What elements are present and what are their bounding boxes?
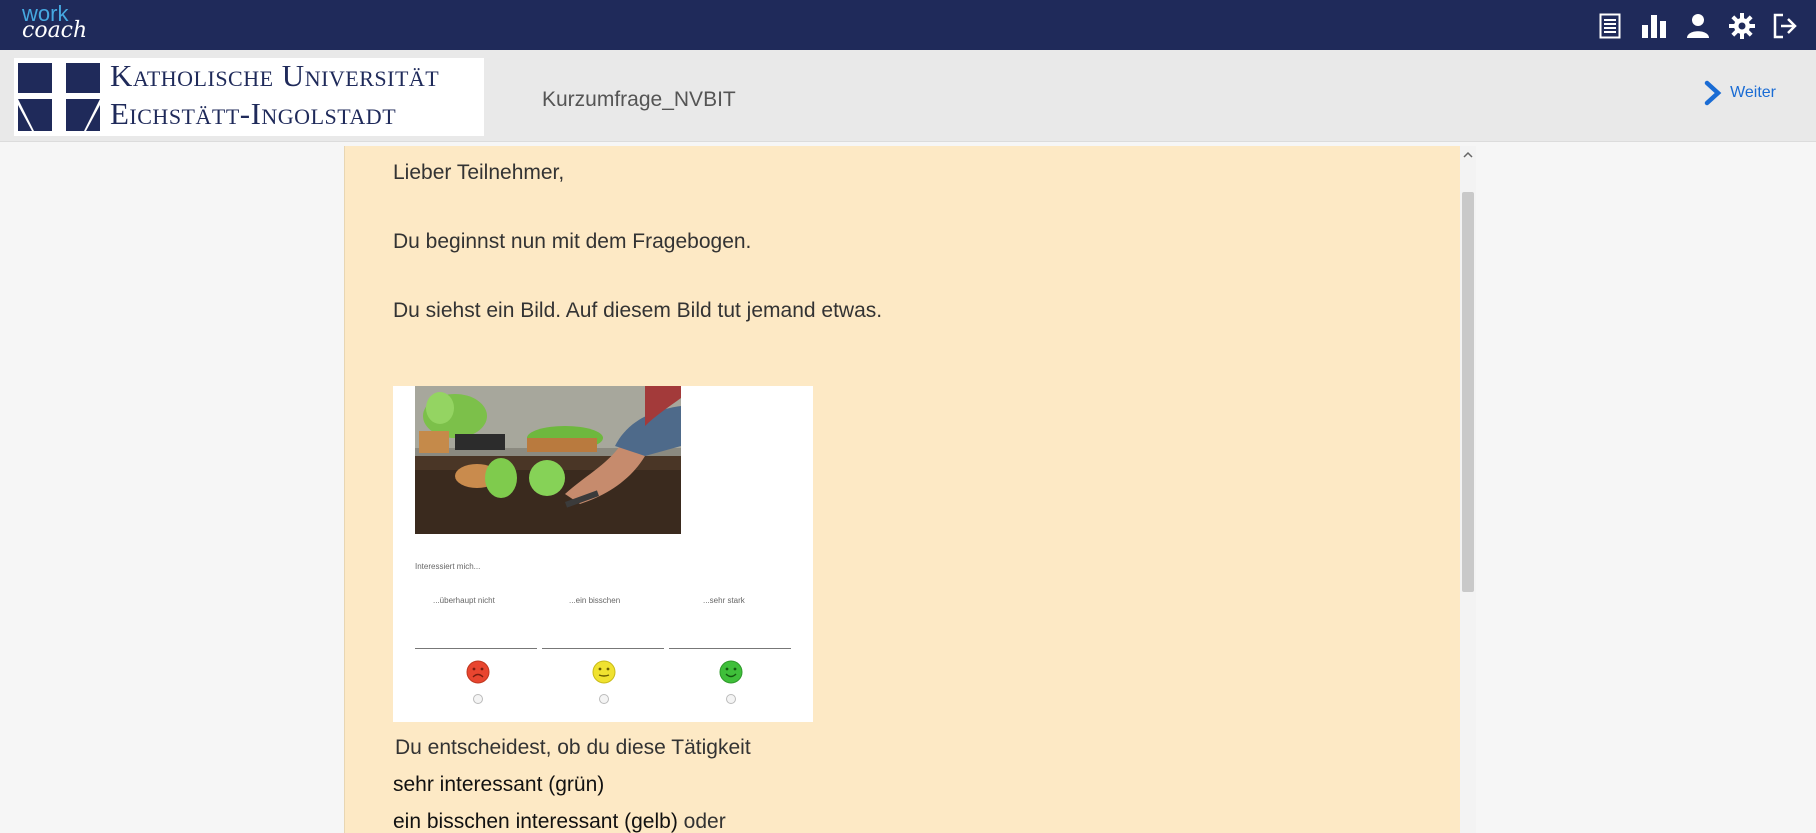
gardening-photo bbox=[415, 386, 681, 534]
survey-title: Kurzumfrage_NVBIT bbox=[542, 88, 736, 111]
chevron-right-icon bbox=[1704, 80, 1722, 106]
scrollbar-thumb[interactable] bbox=[1462, 192, 1474, 592]
university-emblem-icon bbox=[16, 61, 102, 133]
option-divider bbox=[542, 648, 664, 649]
instruction-line-green: sehr interessant (grün) bbox=[393, 773, 605, 796]
happy-face-icon bbox=[719, 660, 743, 684]
instruction-line-1: Du entscheidest, ob du diese Tätigkeit bbox=[395, 736, 751, 759]
sad-face-icon bbox=[466, 660, 490, 684]
next-button-label: Weiter bbox=[1730, 84, 1776, 101]
image-prompt-label: Interessiert mich... bbox=[415, 562, 481, 571]
radio-a-bit[interactable] bbox=[599, 694, 609, 704]
option-label-not-at-all: ...überhaupt nicht bbox=[433, 596, 495, 605]
neutral-face-icon bbox=[592, 660, 616, 684]
option-label-a-bit: ...ein bisschen bbox=[569, 596, 621, 605]
instruction-yellow-bold: ein bisschen interessant (gelb) bbox=[393, 810, 678, 833]
university-name-line1: Katholische Universität bbox=[110, 58, 440, 93]
next-button[interactable]: Weiter bbox=[1704, 80, 1776, 106]
scroll-up-arrow-icon[interactable] bbox=[1463, 150, 1473, 160]
top-navigation-bar: work coach bbox=[0, 0, 1816, 50]
survey-content-panel: Lieber Teilnehmer, Du beginnst nun mit d… bbox=[344, 146, 1464, 833]
bar-chart-icon[interactable] bbox=[1638, 10, 1670, 42]
instruction-line-yellow: ein bisschen interessant (gelb) oder bbox=[393, 810, 726, 833]
intro-line-1: Du beginnst nun mit dem Fragebogen. bbox=[393, 230, 752, 253]
instruction-yellow-rest: oder bbox=[677, 810, 726, 833]
logout-icon[interactable] bbox=[1770, 10, 1802, 42]
option-divider bbox=[415, 648, 537, 649]
content-scrollbar[interactable] bbox=[1460, 146, 1476, 833]
top-icon-group bbox=[1594, 10, 1802, 42]
option-label-very: ...sehr stark bbox=[703, 596, 745, 605]
radio-very[interactable] bbox=[726, 694, 736, 704]
user-icon[interactable] bbox=[1682, 10, 1714, 42]
example-question-image: Interessiert mich... ...überhaupt nicht … bbox=[393, 386, 813, 722]
radio-not-at-all[interactable] bbox=[473, 694, 483, 704]
gear-icon[interactable] bbox=[1726, 10, 1758, 42]
workcoach-logo[interactable]: work coach bbox=[22, 3, 88, 43]
greeting-text: Lieber Teilnehmer, bbox=[393, 161, 565, 184]
page-header: Katholische Universität Eichstätt-Ingols… bbox=[0, 50, 1816, 142]
intro-line-2: Du siehst ein Bild. Auf diesem Bild tut … bbox=[393, 299, 883, 322]
document-icon[interactable] bbox=[1594, 10, 1626, 42]
university-logo: Katholische Universität Eichstätt-Ingols… bbox=[14, 58, 484, 136]
brand-bottom: coach bbox=[22, 18, 88, 43]
university-name-line2: Eichstätt-Ingolstadt bbox=[110, 96, 397, 131]
option-divider bbox=[669, 648, 791, 649]
